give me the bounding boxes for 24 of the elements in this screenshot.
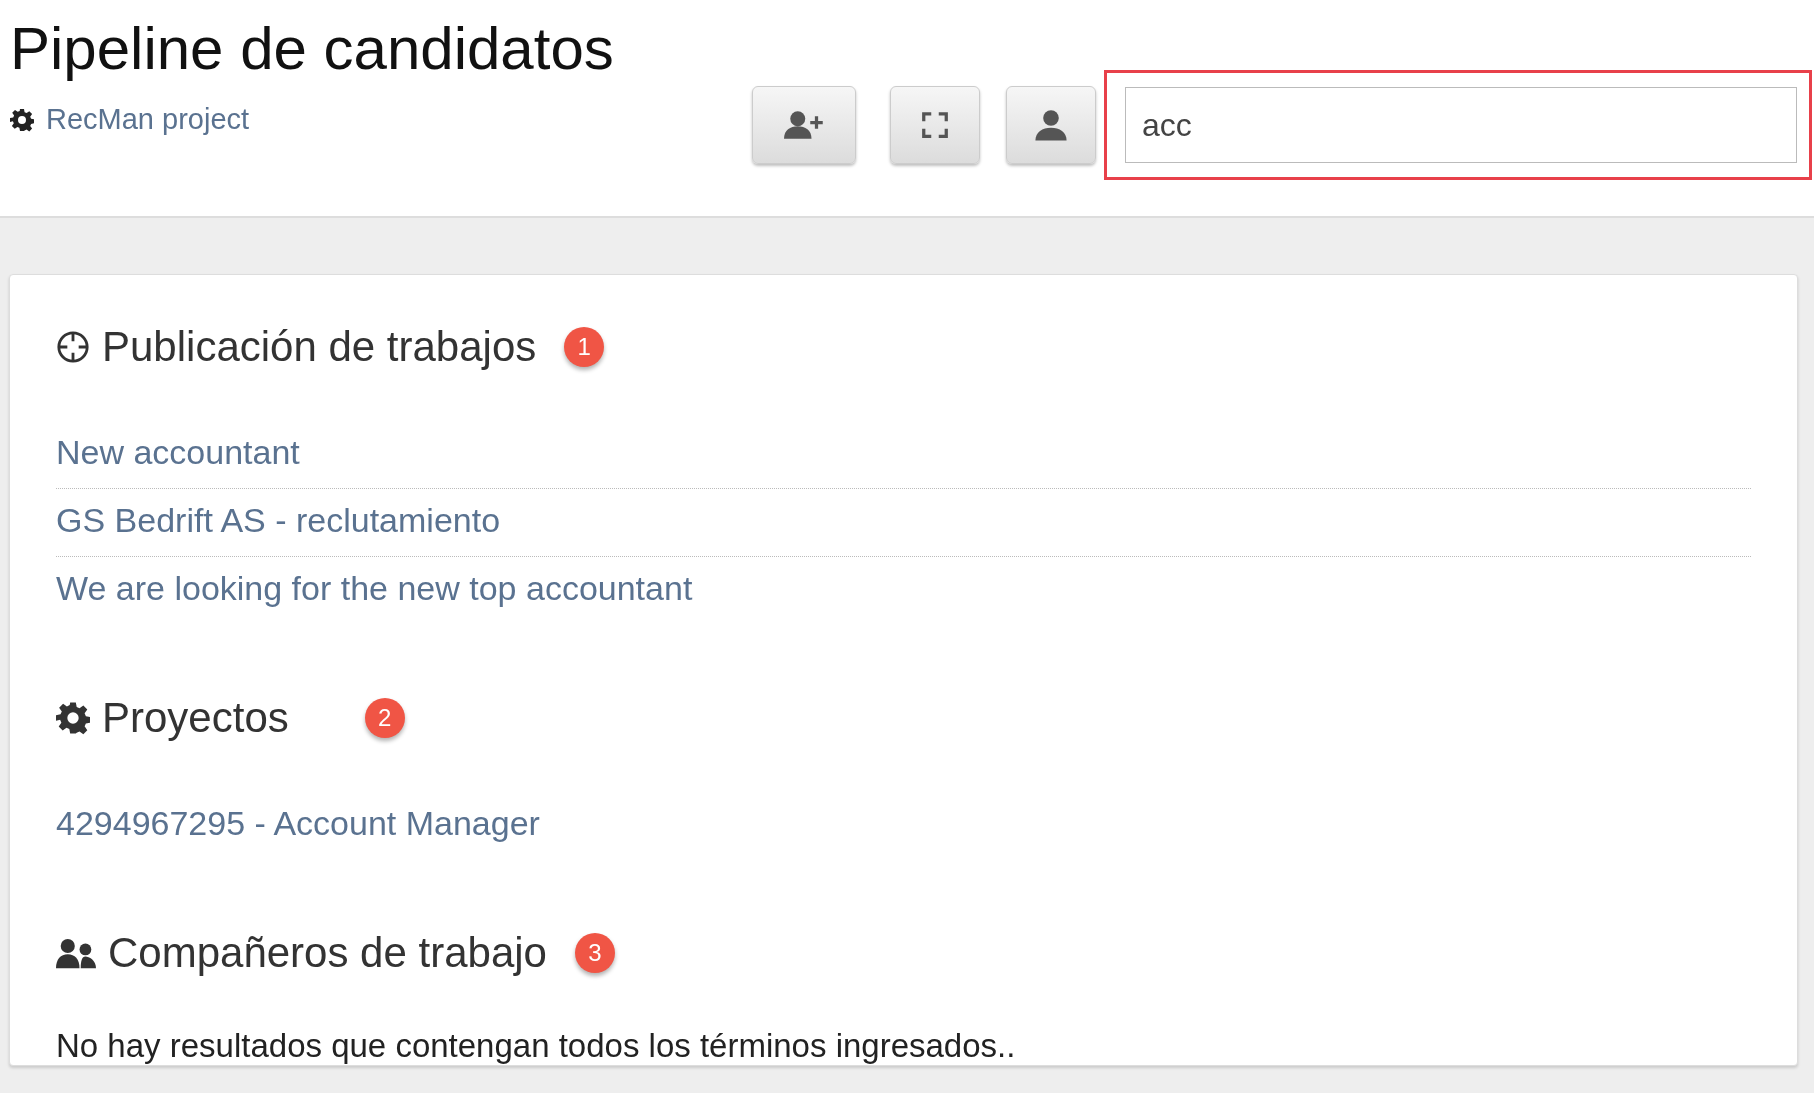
section-heading: Proyectos: [102, 694, 289, 742]
empty-message: No hay resultados que contengan todos los términos ingresados..: [56, 1027, 1017, 1065]
project-link[interactable]: RecMan project: [10, 103, 250, 136]
page-title: Pipeline de candidatos: [10, 14, 614, 83]
result-link[interactable]: New accountant: [56, 421, 1751, 489]
result-link[interactable]: We are looking for the new top accountant: [56, 557, 1751, 624]
user-button[interactable]: [1006, 86, 1096, 164]
result-link[interactable]: 4294967295 - Account Manager: [56, 792, 1751, 859]
user-icon: [1034, 108, 1068, 142]
gear-icon: [10, 107, 34, 132]
crosshair-icon: [56, 330, 90, 364]
search-field[interactable]: acc: [1125, 87, 1797, 163]
add-person-button[interactable]: [752, 86, 856, 164]
fullscreen-icon: [920, 110, 950, 140]
number-badge: 1: [564, 327, 605, 367]
section-heading: Compañeros de trabajo: [108, 929, 547, 977]
fullscreen-button[interactable]: [890, 86, 980, 164]
gear-icon: [56, 701, 90, 735]
number-badge: 2: [364, 698, 405, 738]
section-heading: Publicación de trabajos: [102, 323, 537, 371]
result-link[interactable]: GS Bedrift AS - reclutamiento: [56, 489, 1751, 557]
users-icon: [56, 936, 96, 970]
add-user-icon: [784, 110, 824, 140]
number-badge: 3: [574, 933, 615, 973]
